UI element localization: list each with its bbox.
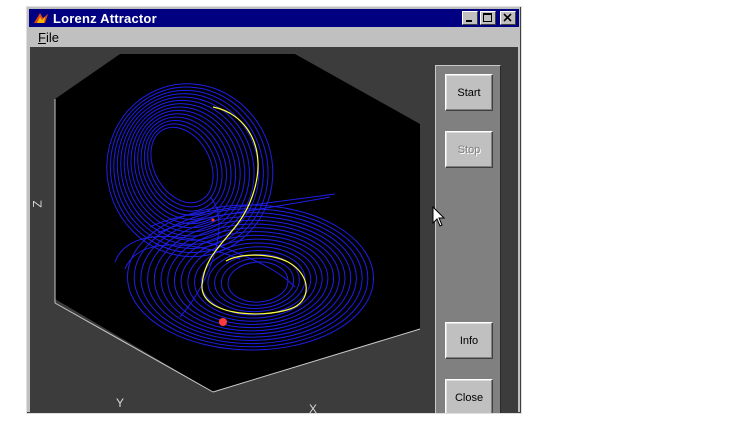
- window-title: Lorenz Attractor: [53, 10, 157, 26]
- start-point-marker: [211, 218, 215, 222]
- close-window-button[interactable]: [500, 11, 516, 25]
- menu-bar: File: [29, 28, 519, 46]
- close-button[interactable]: Close: [445, 379, 493, 413]
- mouse-pointer-icon: [432, 206, 446, 227]
- menu-file-label-rest: ile: [45, 29, 59, 45]
- current-point-marker: [219, 318, 227, 326]
- info-button[interactable]: Info: [445, 322, 493, 359]
- menu-file-mnemonic: F: [38, 29, 46, 45]
- close-icon: [503, 13, 512, 22]
- control-panel: Start Stop Info Close: [435, 65, 501, 413]
- minimize-button[interactable]: [462, 11, 478, 25]
- minimize-icon: [466, 20, 472, 22]
- menu-file[interactable]: File: [38, 30, 59, 45]
- figure-area: Z Y X Start Stop Info Close: [30, 47, 518, 413]
- maximize-button[interactable]: [480, 11, 496, 25]
- z-axis-label: Z: [30, 200, 45, 208]
- lorenz-plot[interactable]: [30, 47, 430, 413]
- stop-button[interactable]: Stop: [445, 131, 493, 168]
- title-bar[interactable]: Lorenz Attractor: [29, 9, 519, 27]
- x-axis-label: X: [309, 402, 318, 413]
- matlab-app-icon[interactable]: [33, 11, 49, 25]
- lorenz-window: Lorenz Attractor File Z Y X Start Stop I…: [26, 6, 522, 414]
- maximize-icon: [483, 13, 492, 22]
- start-button[interactable]: Start: [445, 74, 493, 111]
- y-axis-label: Y: [116, 396, 125, 410]
